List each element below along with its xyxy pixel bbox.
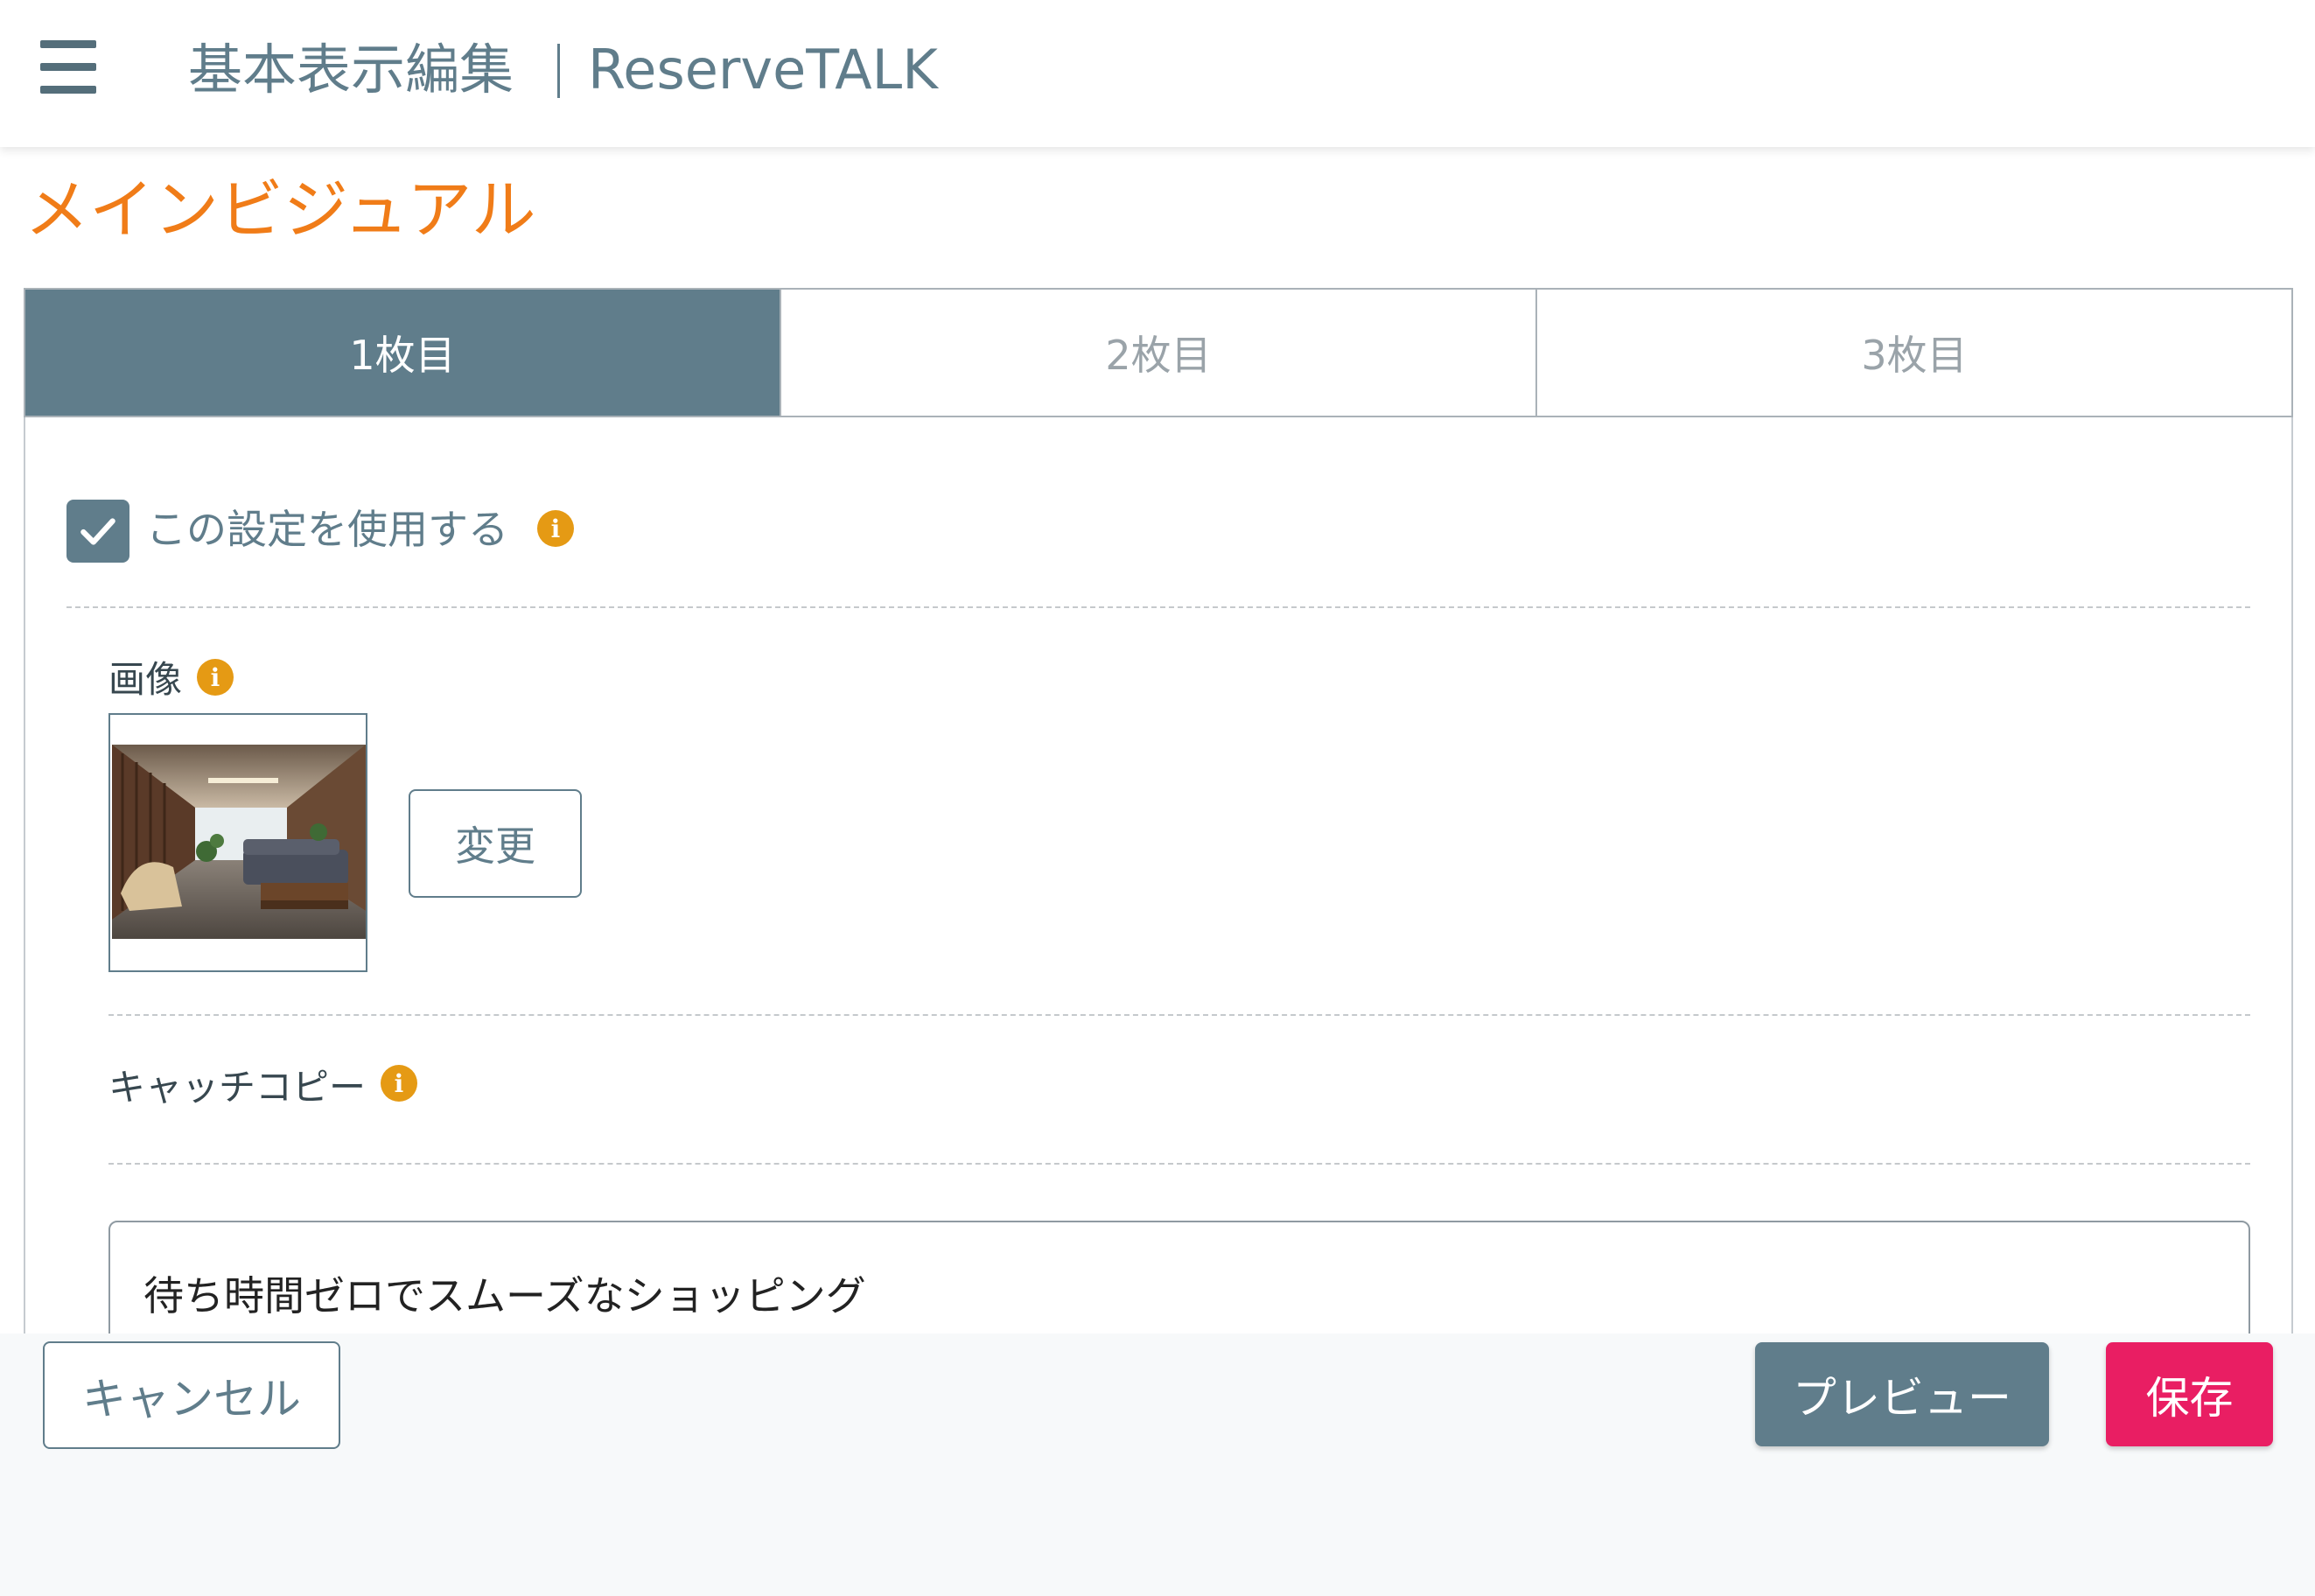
tab-slide-3[interactable]: 3枚目 xyxy=(1535,290,2291,416)
hamburger-menu-icon[interactable] xyxy=(40,38,96,94)
info-icon[interactable]: i xyxy=(197,659,234,696)
use-setting-label: この設定を使用する xyxy=(146,506,508,553)
divider xyxy=(66,606,2250,608)
section-title: メインビジュアル xyxy=(24,172,536,248)
info-icon[interactable]: i xyxy=(537,510,574,547)
app-name: ReserveTALK xyxy=(588,38,938,102)
slide-tabs: 1枚目 2枚目 3枚目 xyxy=(24,288,2293,417)
preview-button[interactable]: プレビュー xyxy=(1755,1342,2049,1446)
image-thumbnail xyxy=(108,713,367,972)
image-label: 画像 xyxy=(108,658,183,701)
tab-slide-1[interactable]: 1枚目 xyxy=(25,290,780,416)
divider xyxy=(108,1163,2250,1165)
divider xyxy=(108,1014,2250,1016)
title-divider xyxy=(557,44,560,98)
catch-copy-label: キャッチコピー xyxy=(108,1066,367,1109)
save-button[interactable]: 保存 xyxy=(2106,1342,2273,1446)
page-title: 基本表示編集 xyxy=(188,38,514,102)
tab-slide-2[interactable]: 2枚目 xyxy=(780,290,1535,416)
change-image-button[interactable]: 変更 xyxy=(409,789,582,898)
use-setting-checkbox[interactable] xyxy=(66,500,129,563)
app-header: 基本表示編集 ReserveTALK xyxy=(0,0,2315,147)
cancel-button[interactable]: キャンセル xyxy=(43,1341,340,1449)
lobby-photo xyxy=(112,745,366,939)
check-icon xyxy=(80,518,115,545)
info-icon[interactable]: i xyxy=(381,1065,417,1102)
